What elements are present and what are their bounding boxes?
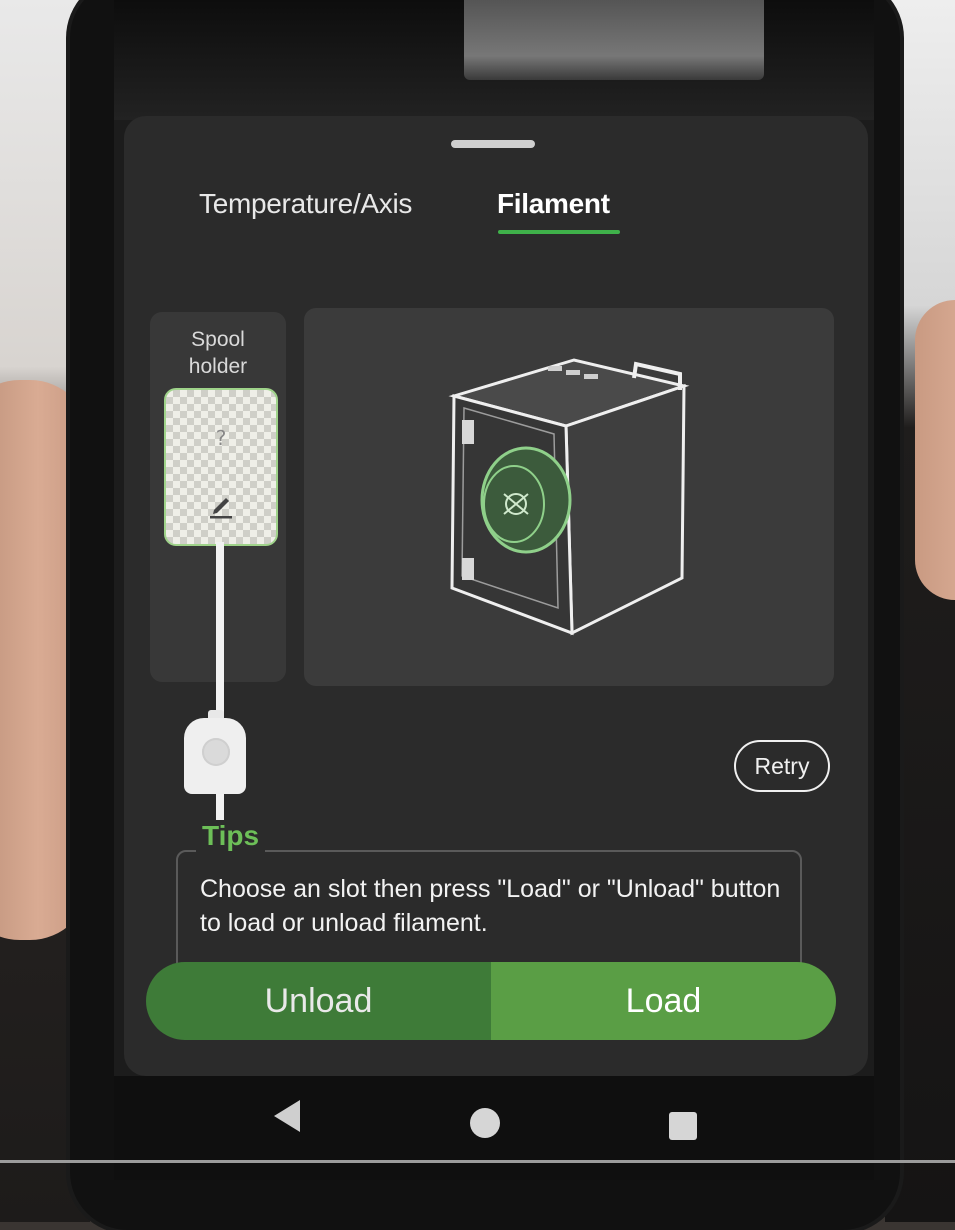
spool-holder-title: Spool holder [188,328,248,378]
unload-button[interactable]: Unload [146,962,491,1040]
tips-text: Choose an slot then press "Load" or "Unl… [200,875,781,937]
back-triangle-icon[interactable] [274,1100,300,1132]
hand-finger-right [915,300,955,600]
sheet-drag-handle[interactable] [451,140,535,148]
printer-illustration-panel [304,308,834,686]
filament-feeder-icon [184,718,246,794]
system-nav-bar [114,1076,874,1180]
load-button[interactable]: Load [491,962,836,1040]
video-progress-line [0,1160,955,1163]
home-circle-icon[interactable] [470,1108,500,1138]
printer-icon [448,358,690,636]
bottom-sheet: Temperature/Axis Filament Spool holder ? [124,116,868,1076]
tab-temperature-axis[interactable]: Temperature/Axis [199,188,412,220]
load-unload-bar: Unload Load [146,962,836,1040]
spool-slot[interactable]: ? [164,388,278,546]
active-tab-indicator [498,230,620,234]
camera-preview [114,0,874,120]
camera-preview-object [464,0,764,80]
recent-square-icon[interactable] [669,1112,697,1140]
edit-pencil-icon[interactable] [206,490,236,520]
tips-title: Tips [196,820,266,852]
feeder-knob [202,738,230,766]
phone-screen: Temperature/Axis Filament Spool holder ? [114,0,874,1180]
tab-filament[interactable]: Filament [497,188,610,220]
retry-button[interactable]: Retry [734,740,830,792]
slot-unknown-status: ? [215,426,227,450]
